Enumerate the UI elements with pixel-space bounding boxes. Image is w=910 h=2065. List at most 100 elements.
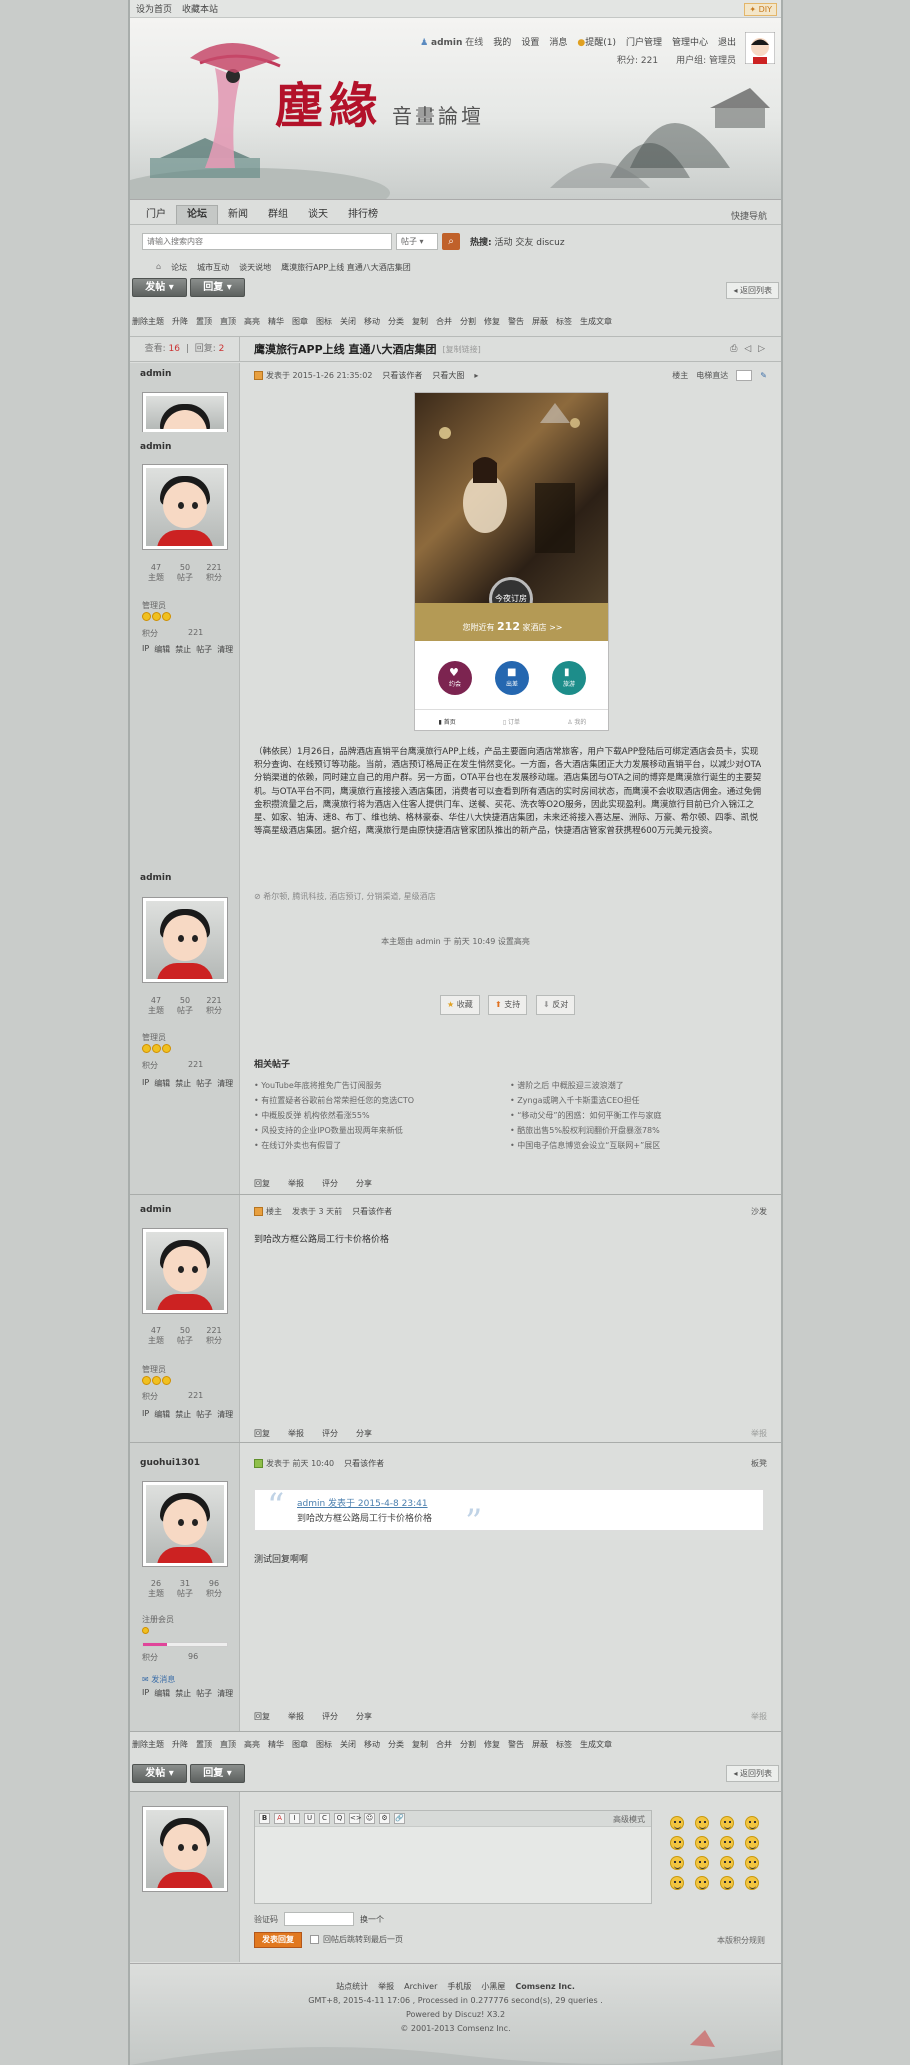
related-thread-link[interactable]: • Zynga或聘入千卡斯重选CEO担任: [510, 1095, 639, 1106]
admin-center-link[interactable]: 管理中心: [672, 35, 708, 48]
mod-action-link[interactable]: 删除主题: [132, 1739, 164, 1750]
clean-link[interactable]: 清理: [217, 1688, 233, 1699]
post2-report-link[interactable]: 举报: [751, 1428, 767, 1439]
nav-tab-ranking[interactable]: 排行榜: [338, 206, 388, 224]
blackroom-link[interactable]: 小黑屋: [481, 1980, 505, 1994]
mod-action-link[interactable]: 分割: [460, 316, 476, 327]
stat-credits[interactable]: 221 积分: [200, 1326, 228, 1346]
mod-action-link[interactable]: 生成文章: [580, 316, 612, 327]
mod-action-link[interactable]: 分割: [460, 1739, 476, 1750]
ip-link[interactable]: IP: [142, 1688, 149, 1699]
posts-link[interactable]: 帖子: [196, 1688, 212, 1699]
post2-floor[interactable]: 沙发: [751, 1206, 767, 1217]
mod-action-link[interactable]: 图章: [292, 316, 308, 327]
edit-link[interactable]: 编辑: [154, 644, 170, 655]
nav-tab-groups[interactable]: 群组: [258, 206, 298, 224]
mod-action-link[interactable]: 合并: [436, 1739, 452, 1750]
reply-button[interactable]: 回复 ▾: [190, 1764, 245, 1783]
copy-link-button[interactable]: [复制链接]: [442, 344, 480, 355]
only-author-link[interactable]: 只看该作者: [352, 1206, 392, 1217]
mod-action-link[interactable]: 置顶: [196, 316, 212, 327]
settings-link[interactable]: 设置: [521, 35, 539, 48]
username-link[interactable]: admin: [431, 38, 462, 48]
user-group[interactable]: 用户组: 管理员: [676, 53, 736, 66]
edit-link[interactable]: 编辑: [154, 1409, 170, 1420]
bookmark-link[interactable]: 收藏本站: [182, 2, 218, 15]
home-icon[interactable]: ⌂: [156, 262, 161, 273]
mod-action-link[interactable]: 精华: [268, 1739, 284, 1750]
post1-avatar-preview[interactable]: [142, 392, 228, 432]
smiley-icon[interactable]: [695, 1836, 709, 1850]
jump-last-page-option[interactable]: 回帖后跳转到最后一页: [310, 1934, 403, 1945]
breadcrumb-item[interactable]: 城市互动: [197, 262, 229, 273]
support-button[interactable]: ⬆ 支持: [488, 995, 528, 1015]
italic-icon[interactable]: I: [289, 1813, 300, 1824]
site-logo[interactable]: 塵緣: [275, 66, 383, 136]
post3-report-link[interactable]: 举报: [751, 1711, 767, 1722]
stat-posts[interactable]: 31 帖子: [171, 1579, 199, 1599]
stat-threads[interactable]: 47 主题: [142, 1326, 170, 1346]
pencil-icon[interactable]: ✎: [760, 371, 767, 380]
back-to-list-button[interactable]: ◂ 返回列表: [726, 282, 779, 299]
clean-link[interactable]: 清理: [217, 1078, 233, 1089]
submit-reply-button[interactable]: 发表回复: [254, 1932, 302, 1948]
ban-link[interactable]: 禁止: [175, 1688, 191, 1699]
underline-icon[interactable]: U: [304, 1813, 315, 1824]
advanced-mode-link[interactable]: 高级模式: [613, 1814, 645, 1825]
quick-reply-editor[interactable]: B A I U C Q <> ☺ ⚙ 🔗 高级模式: [254, 1810, 652, 1904]
quote-icon[interactable]: Q: [334, 1813, 345, 1824]
mod-action-link[interactable]: 修复: [484, 316, 500, 327]
post3-user-group[interactable]: 注册会员: [142, 1614, 174, 1625]
smiley-icon[interactable]: ☺: [364, 1813, 375, 1824]
favorite-button[interactable]: ★ 收藏: [440, 995, 480, 1015]
search-input[interactable]: [142, 233, 392, 250]
print-icon[interactable]: ⎙: [730, 344, 739, 354]
mod-action-link[interactable]: 标签: [556, 1739, 572, 1750]
mod-action-link[interactable]: 高亮: [244, 316, 260, 327]
checkbox[interactable]: [310, 1935, 319, 1944]
related-thread-link[interactable]: • 中国电子信息博览会设立“互联网+”展区: [510, 1140, 660, 1151]
breadcrumb-item[interactable]: 论坛: [171, 262, 187, 273]
rate-link[interactable]: 评分: [322, 1178, 338, 1189]
captcha-input[interactable]: [284, 1912, 354, 1926]
related-thread-link[interactable]: • YouTube年底将推免广告订阅服务: [254, 1080, 382, 1091]
reply-textarea[interactable]: [255, 1827, 651, 1903]
only-big-pic-link[interactable]: 只看大图: [432, 370, 464, 381]
nav-tab-portal[interactable]: 门户: [136, 206, 176, 224]
ban-link[interactable]: 禁止: [175, 1078, 191, 1089]
mod-action-link[interactable]: 图标: [316, 1739, 332, 1750]
mod-action-link[interactable]: 屏蔽: [532, 1739, 548, 1750]
stat-posts[interactable]: 50 帖子: [171, 1326, 199, 1346]
smiley-icon[interactable]: [720, 1816, 734, 1830]
smiley-icon[interactable]: [720, 1876, 734, 1890]
ip-link[interactable]: IP: [142, 644, 149, 655]
mod-action-link[interactable]: 合并: [436, 316, 452, 327]
report-link[interactable]: 举报: [378, 1980, 394, 1994]
mod-action-link[interactable]: 分类: [388, 316, 404, 327]
code-icon[interactable]: C: [319, 1813, 330, 1824]
ban-link[interactable]: 禁止: [175, 1409, 191, 1420]
share-link[interactable]: 分享: [356, 1711, 372, 1722]
hot-search-link[interactable]: 交友: [515, 238, 533, 248]
smiley-icon[interactable]: [695, 1816, 709, 1830]
post3-floor[interactable]: 板凳: [751, 1458, 767, 1469]
bold-icon[interactable]: B: [259, 1813, 270, 1824]
tags-text[interactable]: 希尔顿, 腾讯科技, 酒店预订, 分销渠道, 星级酒店: [263, 892, 435, 901]
smiley-icon[interactable]: [695, 1856, 709, 1870]
edit-link[interactable]: 编辑: [154, 1078, 170, 1089]
notifications-link[interactable]: ●提醒(1): [577, 35, 616, 48]
oppose-button[interactable]: ⬇ 反对: [536, 995, 576, 1015]
posts-link[interactable]: 帖子: [196, 1409, 212, 1420]
search-type-select[interactable]: 帖子 ▾: [396, 233, 438, 250]
avatar[interactable]: [142, 464, 228, 550]
mod-action-link[interactable]: 删除主题: [132, 316, 164, 327]
link-icon[interactable]: 🔗: [394, 1813, 405, 1824]
mod-action-link[interactable]: 直顶: [220, 316, 236, 327]
stat-threads[interactable]: 47 主题: [142, 996, 170, 1016]
logout-link[interactable]: 退出: [718, 35, 736, 48]
mod-action-link[interactable]: 屏蔽: [532, 316, 548, 327]
diy-button[interactable]: ✦ DIY: [744, 3, 777, 16]
smiley-icon[interactable]: [745, 1816, 759, 1830]
smiley-icon[interactable]: [670, 1816, 684, 1830]
smiley-icon[interactable]: [695, 1876, 709, 1890]
